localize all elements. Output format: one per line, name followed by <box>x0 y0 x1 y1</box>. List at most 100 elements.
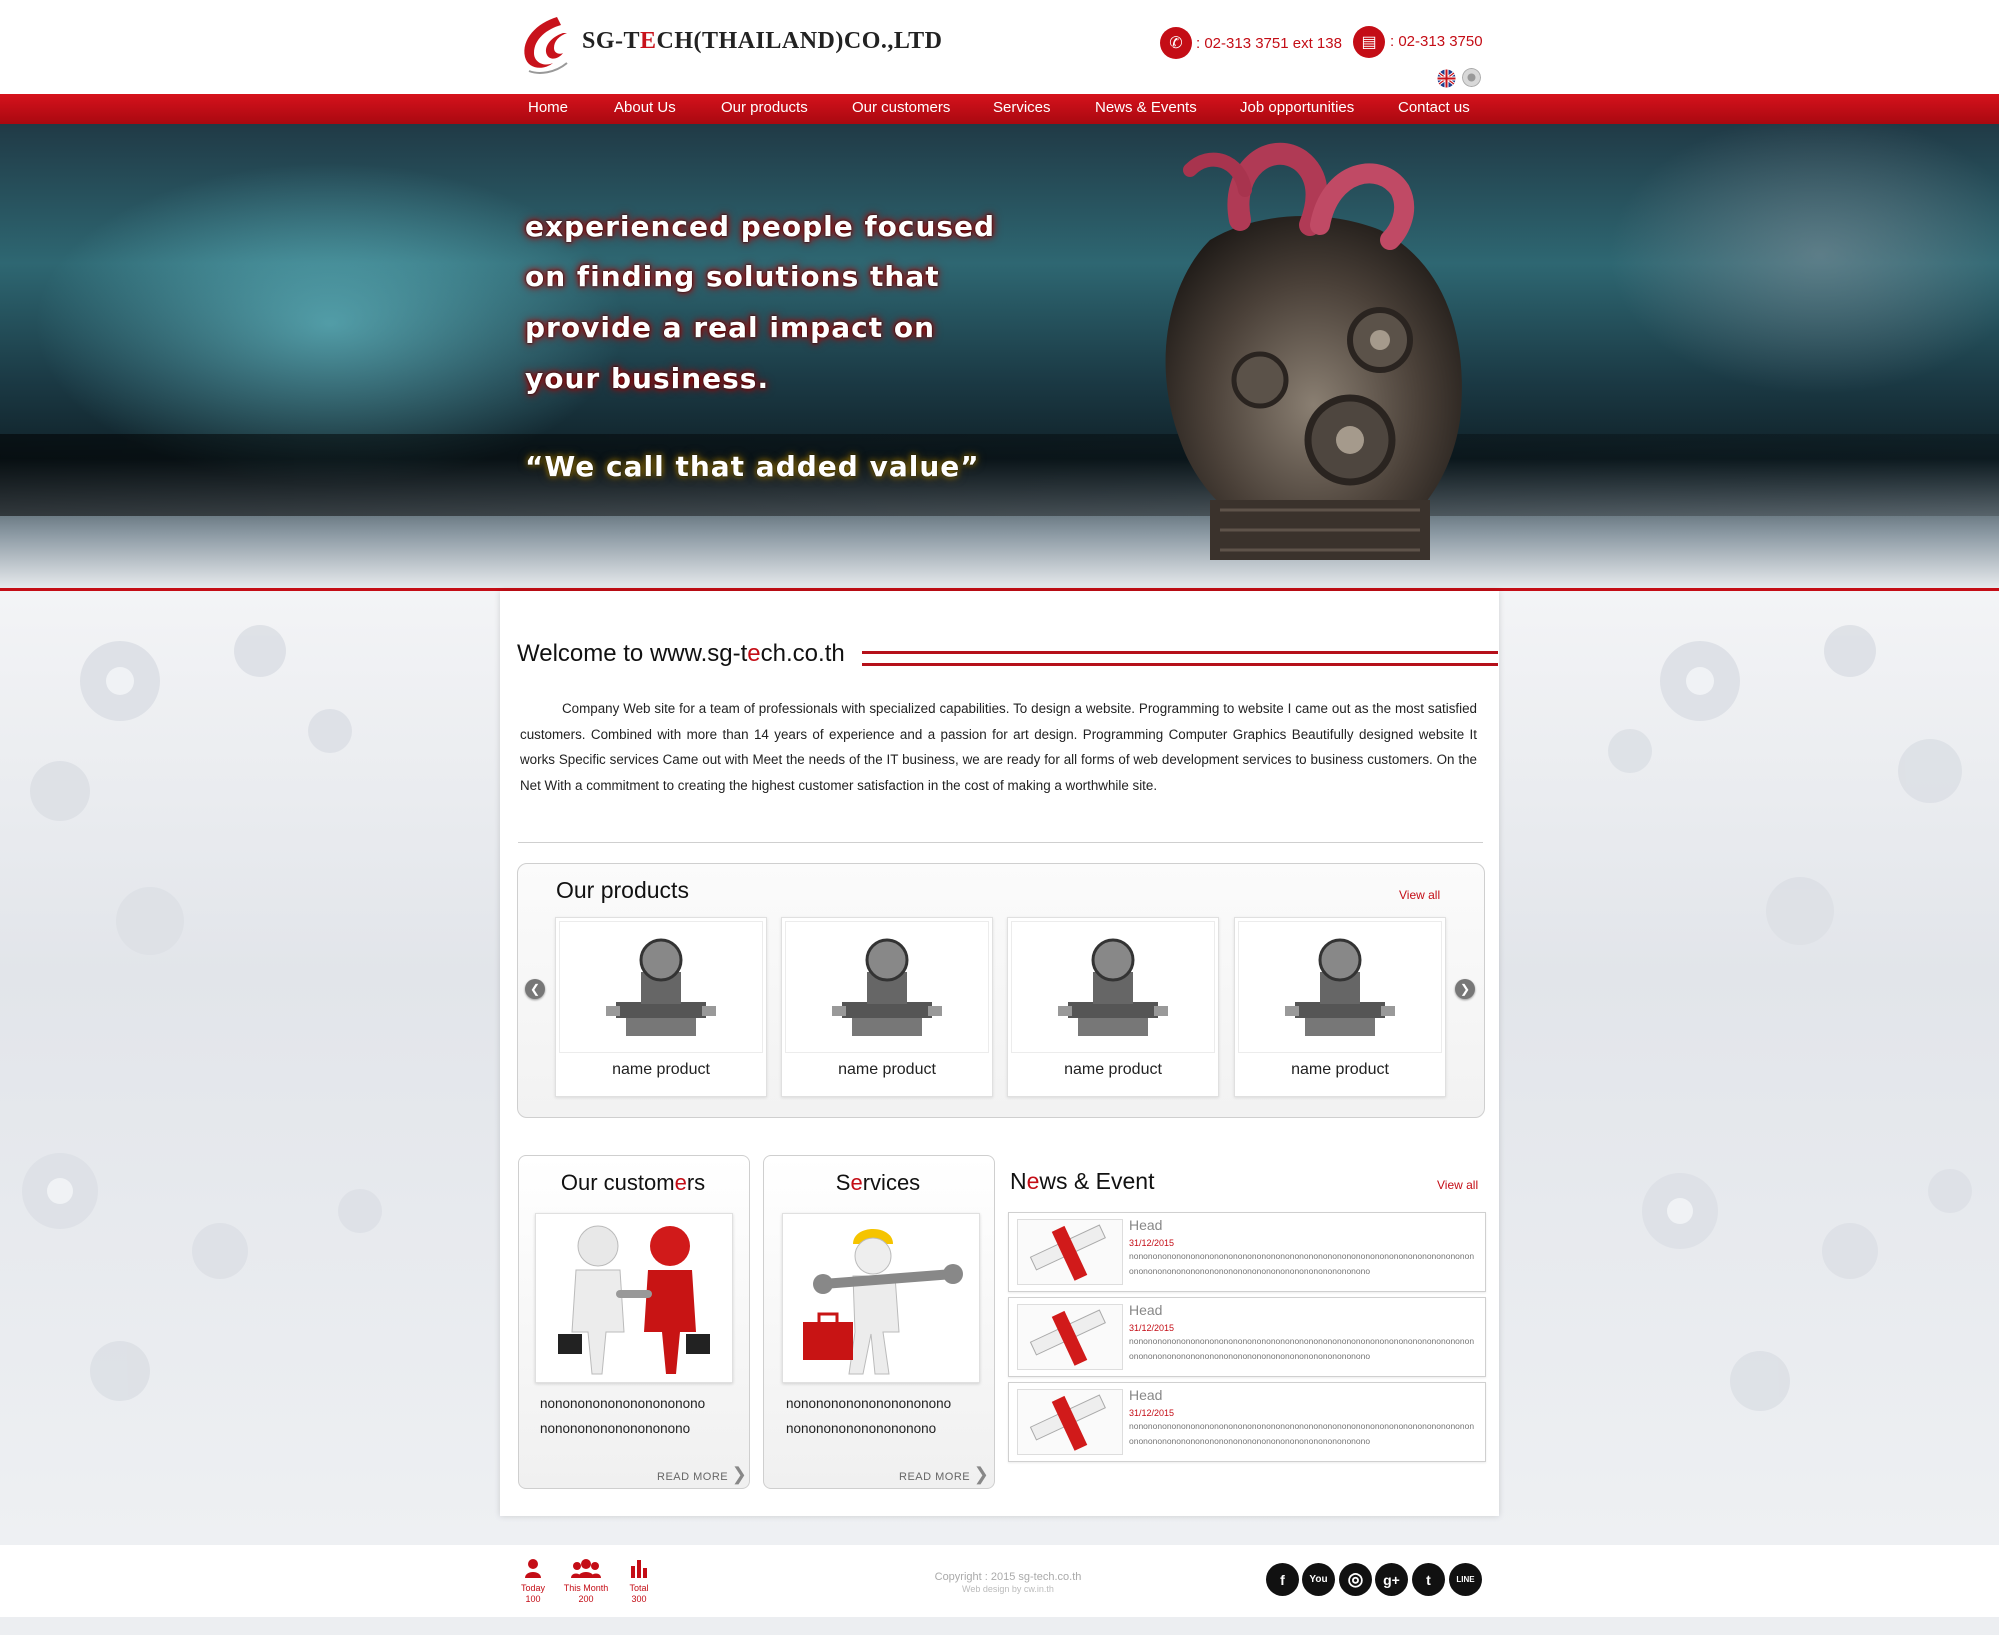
news-date: 31/12/2015 <box>1129 1408 1175 1418</box>
product-image <box>1011 921 1215 1053</box>
welcome-title-part: Welcome to www.sg-t <box>517 640 748 667</box>
product-card[interactable]: name product <box>555 917 767 1097</box>
stat-value: 200 <box>578 1594 594 1604</box>
welcome-paragraph: Company Web site for a team of professio… <box>520 701 1477 793</box>
customers-title-accent: e <box>674 1170 687 1195</box>
phone-number[interactable]: : 02-313 3751 ext 138 <box>1196 35 1342 52</box>
twitter-icon[interactable]: t <box>1412 1563 1445 1596</box>
news-date: 31/12/2015 <box>1129 1323 1175 1333</box>
engine-heart-image <box>1165 142 1462 561</box>
news-item[interactable]: Head 31/12/2015 nononononononononononono… <box>1008 1297 1486 1377</box>
milling-machine-icon <box>1058 938 1168 1036</box>
handshake-figures-icon <box>558 1225 710 1375</box>
nav-about-us[interactable]: About Us <box>614 99 676 116</box>
services-text: nononononononononono <box>786 1421 937 1436</box>
services-image <box>782 1213 980 1383</box>
nav-home[interactable]: Home <box>528 99 568 116</box>
welcome-title: Welcome to www.sg-tech.co.th <box>517 640 845 668</box>
uk-flag-icon[interactable] <box>1437 69 1456 88</box>
milling-machine-icon <box>1285 938 1395 1036</box>
company-name[interactable]: SG-TECH(THAILAND)CO.,LTD <box>582 28 943 55</box>
hero-headline-line: provide a real impact on <box>525 311 936 344</box>
visitor-stat-total: Total 300 <box>614 1558 664 1605</box>
logo-text-part: CH(THAILAND)CO.,LTD <box>656 28 943 54</box>
news-events-blocks-icon <box>1029 1224 1106 1281</box>
news-description: nononononononononononononononononononono… <box>1129 1336 1475 1361</box>
customers-image <box>535 1213 733 1383</box>
copyright-text: Copyright : 2015 sg-tech.co.th <box>934 1571 1082 1583</box>
product-card[interactable]: name product <box>781 917 993 1097</box>
customers-text: nononononononononono <box>540 1421 691 1436</box>
webdesign-credit[interactable]: Web design by cw.in.th <box>878 1584 1138 1594</box>
products-view-all-link[interactable]: View all <box>1399 888 1440 902</box>
customers-read-more-link[interactable]: READ MORE ❯ <box>657 1464 747 1485</box>
product-image <box>785 921 989 1053</box>
news-thumbnail <box>1017 1219 1123 1285</box>
worker-with-wrench-icon <box>803 1229 963 1375</box>
facebook-icon[interactable]: f <box>1266 1563 1299 1596</box>
services-title-part: rvices <box>862 1170 921 1195</box>
hero-tagline: “We call that added value” <box>525 450 980 483</box>
nav-our-products[interactable]: Our products <box>721 99 808 116</box>
news-thumbnail <box>1017 1304 1123 1370</box>
hero-band <box>0 434 1999 516</box>
services-title: Services <box>763 1170 993 1196</box>
product-image <box>1238 921 1442 1053</box>
youtube-icon[interactable]: You <box>1302 1563 1335 1596</box>
milling-machine-icon <box>832 938 942 1036</box>
googleplus-icon[interactable]: g+ <box>1375 1563 1408 1596</box>
news-head: Head <box>1129 1217 1163 1233</box>
news-title-part: ws & Event <box>1039 1168 1155 1194</box>
read-more-label: READ MORE <box>899 1471 971 1483</box>
welcome-title-accent: e <box>747 640 761 667</box>
news-item[interactable]: Head 31/12/2015 nononononononononononono… <box>1008 1212 1486 1292</box>
stat-value: 300 <box>631 1594 647 1604</box>
news-thumbnail <box>1017 1389 1123 1455</box>
news-description: nononononononononononononononononononono… <box>1129 1421 1475 1446</box>
product-card[interactable]: name product <box>1007 917 1219 1097</box>
news-events-blocks-icon <box>1029 1309 1106 1366</box>
products-next-button[interactable]: ❯ <box>1455 979 1475 999</box>
section-divider <box>518 842 1483 843</box>
nav-news-events[interactable]: News & Events <box>1095 99 1197 116</box>
product-image <box>559 921 763 1053</box>
stat-label: This Month <box>563 1583 609 1593</box>
logo-text-accent: E <box>640 28 657 54</box>
news-item[interactable]: Head 31/12/2015 nononononononononononono… <box>1008 1382 1486 1462</box>
news-events-blocks-icon <box>1029 1394 1106 1451</box>
nav-our-customers[interactable]: Our customers <box>852 99 950 116</box>
product-name: name product <box>1064 1061 1162 1078</box>
product-card[interactable]: name product <box>1234 917 1446 1097</box>
thai-flag-icon[interactable] <box>1462 68 1481 87</box>
news-view-all-link[interactable]: View all <box>1437 1178 1478 1192</box>
site-header <box>0 0 1999 94</box>
user-icon <box>525 1559 541 1578</box>
services-title-part: S <box>835 1170 851 1195</box>
nav-contact-us[interactable]: Contact us <box>1398 99 1470 116</box>
products-title: Our products <box>556 877 689 903</box>
news-title: News & Event <box>1010 1168 1154 1195</box>
milling-machine-icon <box>606 938 716 1036</box>
customers-title-part: Our custom <box>560 1170 675 1195</box>
company-logo-icon[interactable] <box>517 13 575 77</box>
chevron-right-icon: ❯ <box>1459 982 1471 996</box>
product-name: name product <box>612 1061 710 1078</box>
bar-chart-icon <box>631 1560 647 1578</box>
welcome-title-part: ch.co.th <box>760 640 845 667</box>
chevron-right-icon: ❯ <box>973 1464 990 1484</box>
news-head: Head <box>1129 1387 1163 1403</box>
customers-title-part: rs <box>686 1170 706 1195</box>
services-title-accent: e <box>850 1170 863 1195</box>
customers-text: nonononononononononono <box>540 1396 706 1411</box>
line-icon[interactable]: LINE <box>1449 1563 1482 1596</box>
nav-services[interactable]: Services <box>993 99 1051 116</box>
news-title-part: N <box>1010 1168 1027 1194</box>
chevron-left-icon: ❮ <box>529 982 541 996</box>
services-read-more-link[interactable]: READ MORE ❯ <box>899 1464 989 1485</box>
nav-job-opportunities[interactable]: Job opportunities <box>1240 99 1354 116</box>
product-name: name product <box>838 1061 936 1078</box>
products-prev-button[interactable]: ❮ <box>525 979 545 999</box>
hero-headline-line: experienced people focused <box>525 210 996 243</box>
services-text: nonononononononononono <box>786 1396 952 1411</box>
instagram-icon[interactable]: ◎ <box>1339 1563 1372 1596</box>
